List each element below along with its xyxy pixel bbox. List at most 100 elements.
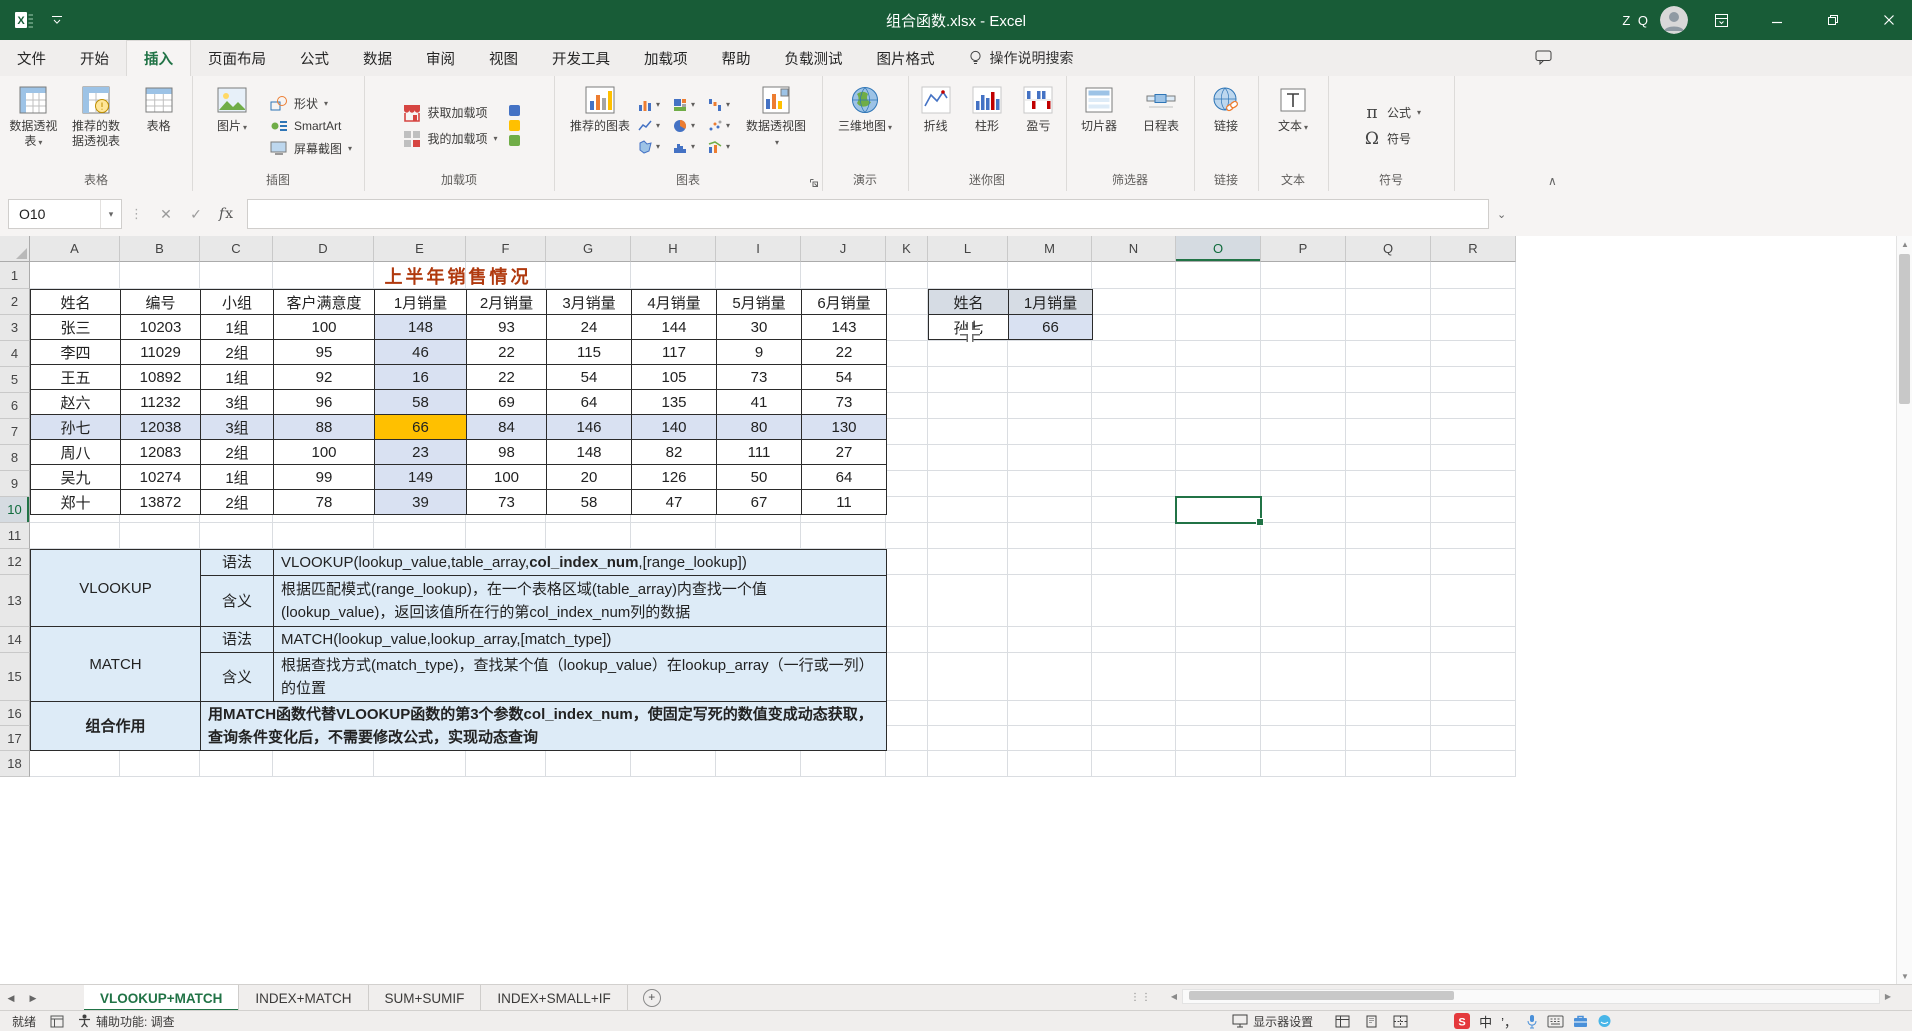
row-header-4[interactable]: 4 xyxy=(0,341,30,367)
ribbon-tab-图片格式[interactable]: 图片格式 xyxy=(860,40,952,76)
col-header-O[interactable]: O xyxy=(1176,236,1261,262)
selected-cell-indicator[interactable] xyxy=(1175,496,1264,526)
col-header-J[interactable]: J xyxy=(801,236,886,262)
vlookup-label-cell[interactable]: VLOOKUP xyxy=(30,549,201,627)
input-toolbox-icon[interactable] xyxy=(1573,1014,1588,1028)
sales-header-cell[interactable]: 编号 xyxy=(120,289,201,315)
sales-cell[interactable]: 16 xyxy=(374,364,467,390)
row-header-10[interactable]: 10 xyxy=(0,497,30,523)
pivot-table-button[interactable]: 数据透视表 ▾ xyxy=(3,81,64,170)
row-header-17[interactable]: 17 xyxy=(0,726,30,751)
page-layout-view-button[interactable] xyxy=(1364,1015,1379,1028)
ribbon-tab-加载项[interactable]: 加载项 xyxy=(627,40,705,76)
cell-K17[interactable] xyxy=(886,726,928,751)
scroll-left-icon[interactable]: ◀ xyxy=(1166,989,1182,1005)
cell-R18[interactable] xyxy=(1431,751,1516,777)
ribbon-display-options-button[interactable] xyxy=(1698,0,1744,40)
cell-J18[interactable] xyxy=(801,751,886,777)
cell-R6[interactable] xyxy=(1431,393,1516,419)
sales-cell[interactable]: 58 xyxy=(546,489,632,515)
minimize-button[interactable] xyxy=(1754,0,1800,40)
combo-text-cell[interactable]: 用MATCH函数代替VLOOKUP函数的第3个参数col_index_num，使… xyxy=(200,701,887,751)
sales-header-cell[interactable]: 2月销量 xyxy=(466,289,547,315)
cell-L9[interactable] xyxy=(928,471,1008,497)
sales-cell[interactable]: 54 xyxy=(801,364,887,390)
cell-M6[interactable] xyxy=(1008,393,1092,419)
sales-cell[interactable]: 135 xyxy=(631,389,717,415)
cell-R11[interactable] xyxy=(1431,523,1516,549)
mini-column-chart-button[interactable]: ▾ xyxy=(636,95,670,115)
cell-K8[interactable] xyxy=(886,445,928,471)
col-header-E[interactable]: E xyxy=(374,236,466,262)
addin-app-icon[interactable] xyxy=(508,120,520,131)
sales-cell[interactable]: 11 xyxy=(801,489,887,515)
cell-L16[interactable] xyxy=(928,701,1008,726)
sales-cell[interactable]: 12038 xyxy=(120,414,201,440)
cell-P2[interactable] xyxy=(1261,289,1346,315)
name-box-dropdown-icon[interactable]: ▾ xyxy=(100,200,121,228)
cell-I18[interactable] xyxy=(716,751,801,777)
screenshot-button[interactable]: 屏幕截图 ▾ xyxy=(265,139,355,158)
sheet-tab-sum-sumif[interactable]: SUM+SUMIF xyxy=(369,985,482,1011)
recommended-pivot-button[interactable]: 推荐的数据透视表 xyxy=(66,81,127,170)
cell-Q2[interactable] xyxy=(1346,289,1431,315)
sales-cell[interactable]: 周八 xyxy=(30,439,121,465)
meaning-label-cell[interactable]: 含义 xyxy=(200,652,274,702)
cell-O2[interactable] xyxy=(1176,289,1261,315)
store-button[interactable]: 获取加载项 xyxy=(398,102,500,124)
sales-cell[interactable]: 11029 xyxy=(120,339,201,365)
microphone-icon[interactable] xyxy=(1526,1014,1538,1029)
sales-cell[interactable]: 11232 xyxy=(120,389,201,415)
mini-hierarchy-chart-button[interactable]: ▾ xyxy=(671,95,705,115)
sales-cell[interactable]: 80 xyxy=(716,414,802,440)
sheet-nav-right-icon[interactable]: ▶ xyxy=(22,985,44,1011)
dialog-launcher-icon[interactable] xyxy=(809,178,819,188)
cell-R8[interactable] xyxy=(1431,445,1516,471)
symbol-button[interactable]: Ω 符号 xyxy=(1358,128,1424,150)
scroll-right-icon[interactable]: ▶ xyxy=(1880,989,1896,1005)
sales-cell[interactable]: 58 xyxy=(374,389,467,415)
ribbon-tab-开始[interactable]: 开始 xyxy=(63,40,126,76)
cell-A18[interactable] xyxy=(30,751,120,777)
vlookup-meaning-cell[interactable]: 根据匹配模式(range_lookup)，在一个表格区域(table_array… xyxy=(273,575,887,627)
sales-cell[interactable]: 93 xyxy=(466,314,547,340)
sales-cell[interactable]: 13872 xyxy=(120,489,201,515)
sales-cell[interactable]: 100 xyxy=(466,464,547,490)
col-header-B[interactable]: B xyxy=(120,236,200,262)
cell-P11[interactable] xyxy=(1261,523,1346,549)
sales-cell[interactable]: 孙七 xyxy=(30,414,121,440)
comments-icon[interactable] xyxy=(1535,50,1552,65)
sales-cell[interactable]: 117 xyxy=(631,339,717,365)
cell-O4[interactable] xyxy=(1176,341,1261,367)
cell-P12[interactable] xyxy=(1261,549,1346,575)
cell-O14[interactable] xyxy=(1176,627,1261,653)
cell-O8[interactable] xyxy=(1176,445,1261,471)
recommended-charts-button[interactable]: 推荐的图表 xyxy=(569,81,631,170)
cell-Q14[interactable] xyxy=(1346,627,1431,653)
cell-R7[interactable] xyxy=(1431,419,1516,445)
sales-cell[interactable]: 82 xyxy=(631,439,717,465)
cell-M15[interactable] xyxy=(1008,653,1092,701)
avatar[interactable] xyxy=(1660,6,1688,34)
col-header-C[interactable]: C xyxy=(200,236,273,262)
row-header-6[interactable]: 6 xyxy=(0,393,30,419)
cell-N10[interactable] xyxy=(1092,497,1176,523)
sales-header-cell[interactable]: 1月销量 xyxy=(374,289,467,315)
user-name[interactable]: Z Q xyxy=(1622,13,1650,28)
sales-cell[interactable]: 3组 xyxy=(200,414,274,440)
col-header-R[interactable]: R xyxy=(1431,236,1516,262)
ribbon-tab-公式[interactable]: 公式 xyxy=(283,40,346,76)
sales-cell[interactable]: 12083 xyxy=(120,439,201,465)
cell-K14[interactable] xyxy=(886,627,928,653)
row-header-1[interactable]: 1 xyxy=(0,262,30,289)
addin-app-icon[interactable] xyxy=(508,135,520,146)
sales-cell[interactable]: 105 xyxy=(631,364,717,390)
cell-K9[interactable] xyxy=(886,471,928,497)
cell-N1[interactable] xyxy=(1092,262,1176,289)
vertical-scrollbar[interactable]: ▲ ▼ xyxy=(1896,236,1912,984)
sales-cell[interactable]: 46 xyxy=(374,339,467,365)
col-header-M[interactable]: M xyxy=(1008,236,1092,262)
horizontal-scrollbar[interactable]: ◀ ▶ xyxy=(1166,989,1896,1004)
cell-R12[interactable] xyxy=(1431,549,1516,575)
sparkline-winloss-button[interactable]: 盈亏 xyxy=(1014,81,1063,170)
